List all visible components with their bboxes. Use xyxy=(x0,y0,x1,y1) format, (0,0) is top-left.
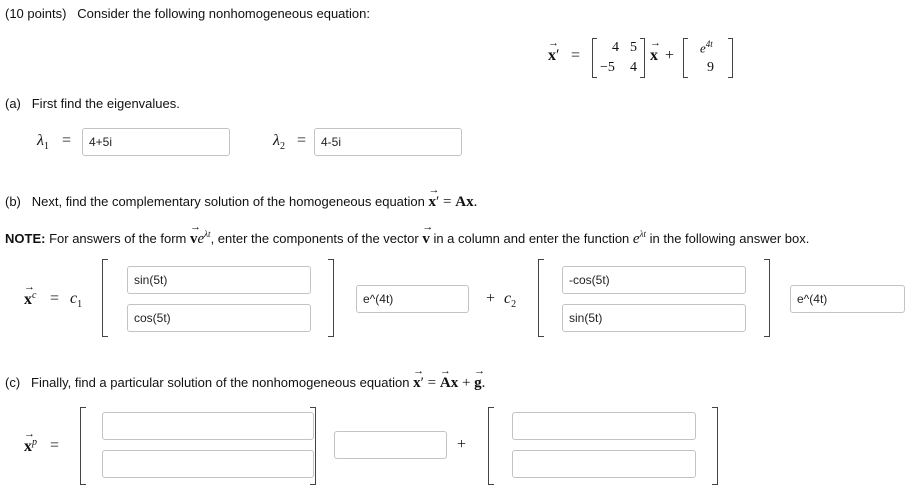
c2-vector-right-bracket xyxy=(764,259,770,337)
question-prompt: Consider the following nonhomogeneous eq… xyxy=(77,6,370,21)
lambda2-equals: = xyxy=(297,132,307,149)
xp-vector2-right-bracket xyxy=(712,407,718,485)
xp-vector1-bottom-input[interactable] xyxy=(102,450,314,478)
points-label: (10 points) xyxy=(5,6,67,21)
equation-equals: = xyxy=(571,47,581,64)
equation-lhs: x′ xyxy=(548,37,560,65)
c2-function-input[interactable]: e^(4t) xyxy=(790,285,905,313)
lambda2-label: λ2 xyxy=(273,132,285,153)
matrix-a12: 5 xyxy=(630,40,637,55)
xp-vector2-left-bracket xyxy=(488,407,494,485)
forcing-left-bracket xyxy=(683,38,688,78)
c1-vector-right-bracket xyxy=(328,259,334,337)
xp-label: xp xyxy=(24,428,37,456)
matrix-a22: 4 xyxy=(630,60,637,75)
forcing-bottom: 9 xyxy=(707,60,714,75)
xp-vector1-top-input[interactable] xyxy=(102,412,314,440)
c1-label: c1 xyxy=(70,290,83,311)
equation-plus: + xyxy=(665,47,675,64)
question-header: (10 points) Consider the following nonho… xyxy=(5,6,370,21)
matrix-right-bracket xyxy=(640,38,645,78)
lambda1-equals: = xyxy=(62,132,72,149)
c1-vector-bottom-input[interactable]: cos(5t) xyxy=(127,304,311,332)
lambda2-input[interactable]: 4-5i xyxy=(314,128,462,156)
note-line: NOTE: For answers of the form veλt, ente… xyxy=(5,221,809,248)
xp-vector2-top-input[interactable] xyxy=(512,412,696,440)
matrix-a11: 4 xyxy=(612,40,619,55)
equation-x: x xyxy=(650,37,661,65)
xc-equals: = xyxy=(50,290,60,307)
c2-vector-bottom-input[interactable]: sin(5t) xyxy=(562,304,746,332)
c2-vector-top-input[interactable]: -cos(5t) xyxy=(562,266,746,294)
part-c-prompt: (c) Finally, find a particular solution … xyxy=(5,365,485,392)
lambda1-input[interactable]: 4+5i xyxy=(82,128,230,156)
particular-plus: + xyxy=(457,436,467,453)
xp-vector1-left-bracket xyxy=(80,407,86,485)
note-title: NOTE: xyxy=(5,231,46,246)
matrix-a21: −5 xyxy=(600,60,615,75)
complementary-plus: + xyxy=(486,290,496,307)
c2-label: c2 xyxy=(504,290,517,311)
c1-function-input[interactable]: e^(4t) xyxy=(356,285,469,313)
xp-vector1-right-bracket xyxy=(310,407,316,485)
main-equation: x′ = 4 5 −5 4 x + e4t 9 xyxy=(540,36,750,80)
forcing-top: e4t xyxy=(700,39,713,56)
c2-vector-left-bracket xyxy=(538,259,544,337)
part-a-prompt: (a) First find the eigenvalues. xyxy=(5,96,180,111)
matrix-left-bracket xyxy=(592,38,597,78)
part-b-prompt: (b) Next, find the complementary solutio… xyxy=(5,184,477,211)
xp-vector2-bottom-input[interactable] xyxy=(512,450,696,478)
forcing-right-bracket xyxy=(728,38,733,78)
lambda1-label: λ1 xyxy=(37,132,49,153)
c1-vector-top-input[interactable]: sin(5t) xyxy=(127,266,311,294)
xc-label: xc xyxy=(24,281,36,309)
xp-equals: = xyxy=(50,437,60,454)
xp-function-input[interactable] xyxy=(334,431,447,459)
c1-vector-left-bracket xyxy=(102,259,108,337)
